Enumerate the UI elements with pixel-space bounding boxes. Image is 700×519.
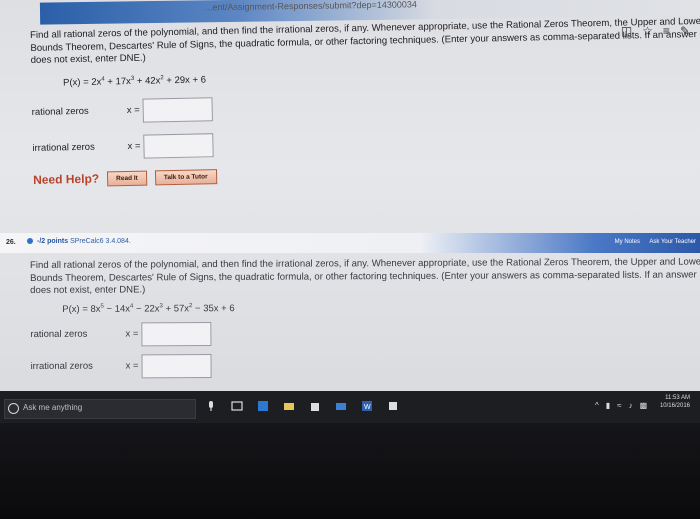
search-box[interactable]: Ask me anything — [4, 399, 196, 419]
volume-icon[interactable]: ♪ — [629, 401, 633, 410]
my-notes-button[interactable]: My Notes — [615, 239, 640, 245]
status-dot-icon — [27, 238, 33, 244]
polynomial: P(x) = 2x4 + 17x3 + 42x2 + 29x + 6 — [62, 73, 207, 88]
rational-zeros-row: rational zeros x = — [30, 319, 700, 347]
irrational-zeros-input[interactable] — [143, 132, 214, 159]
question-points: -/2 points SPreCalc6 3.4.084. — [37, 238, 131, 245]
battery-icon[interactable]: ▮ — [606, 401, 610, 410]
url-text[interactable]: ...ent/Assignment-Responses/submit?dep=1… — [205, 0, 417, 12]
x-equals-label: x = — [126, 104, 140, 117]
rational-zeros-input[interactable] — [142, 96, 213, 123]
wifi-icon[interactable]: ≈ — [617, 401, 621, 410]
question-number: 26. — [6, 239, 16, 246]
edge-browser-icon[interactable] — [257, 400, 269, 412]
polynomial: P(x) = 8x5 − 14x4 − 22x3 + 57x2 − 35x + … — [62, 302, 235, 315]
rational-zeros-label: rational zeros — [31, 105, 89, 119]
question-2: Find all rational zeros of the polynomia… — [30, 256, 700, 379]
clock-date: 10/16/2016 — [659, 403, 690, 409]
rational-zeros-row: rational zeros x = — [31, 86, 700, 124]
irrational-zeros-row: irrational zeros x = — [30, 351, 700, 379]
rational-zeros-input[interactable] — [141, 321, 212, 347]
question-1-instructions: Find all rational zeros of the polynomia… — [30, 15, 700, 66]
clock-time: 11:53 AM — [665, 395, 690, 401]
search-placeholder[interactable]: Ask me anything — [23, 403, 82, 412]
irrational-zeros-row: irrational zeros x = — [32, 122, 700, 160]
question-2-header: 26. -/2 points SPreCalc6 3.4.084. My Not… — [0, 233, 700, 253]
need-help-row: Need Help? Read It Talk to a Tutor — [33, 158, 700, 187]
chevron-up-icon[interactable]: ^ — [595, 401, 599, 410]
question-1: Find all rational zeros of the polynomia… — [30, 16, 700, 188]
svg-text:W: W — [364, 404, 371, 411]
mail-icon[interactable] — [335, 400, 347, 412]
file-explorer-icon[interactable] — [283, 400, 295, 412]
clock[interactable]: 11:53 AM 10/16/2016 — [660, 394, 690, 410]
word-icon[interactable]: W — [361, 400, 373, 412]
need-help-label: Need Help? — [32, 171, 100, 188]
browser-window: ...ent/Assignment-Responses/submit?dep=1… — [0, 0, 700, 420]
cortana-icon[interactable] — [8, 403, 19, 414]
rational-zeros-label: rational zeros — [30, 328, 88, 341]
ask-teacher-button[interactable]: Ask Your Teacher — [649, 239, 696, 245]
taskbar-apps: W — [205, 400, 399, 412]
store-icon[interactable] — [309, 400, 321, 412]
monitor-bezel — [0, 423, 700, 519]
task-view-icon[interactable] — [231, 400, 243, 412]
keyboard-icon[interactable]: ▩ — [640, 401, 648, 410]
question-2-instructions: Find all rational zeros of the polynomia… — [30, 256, 700, 296]
irrational-zeros-input[interactable] — [141, 353, 212, 379]
x-equals-label: x = — [127, 140, 141, 153]
x-equals-label: x = — [125, 328, 139, 340]
taskbar: Ask me anything W ^ ▮ ≈ ♪ ▩ 11:53 AM 10/… — [0, 391, 700, 423]
talk-to-tutor-button[interactable]: Talk to a Tutor — [154, 168, 217, 186]
x-equals-label: x = — [125, 360, 139, 372]
irrational-zeros-label: irrational zeros — [32, 141, 95, 155]
app-icon[interactable] — [387, 400, 399, 412]
system-tray: ^ ▮ ≈ ♪ ▩ — [595, 401, 647, 410]
microphone-icon[interactable] — [205, 400, 217, 412]
read-it-button[interactable]: Read It — [106, 170, 147, 187]
irrational-zeros-label: irrational zeros — [30, 360, 93, 373]
